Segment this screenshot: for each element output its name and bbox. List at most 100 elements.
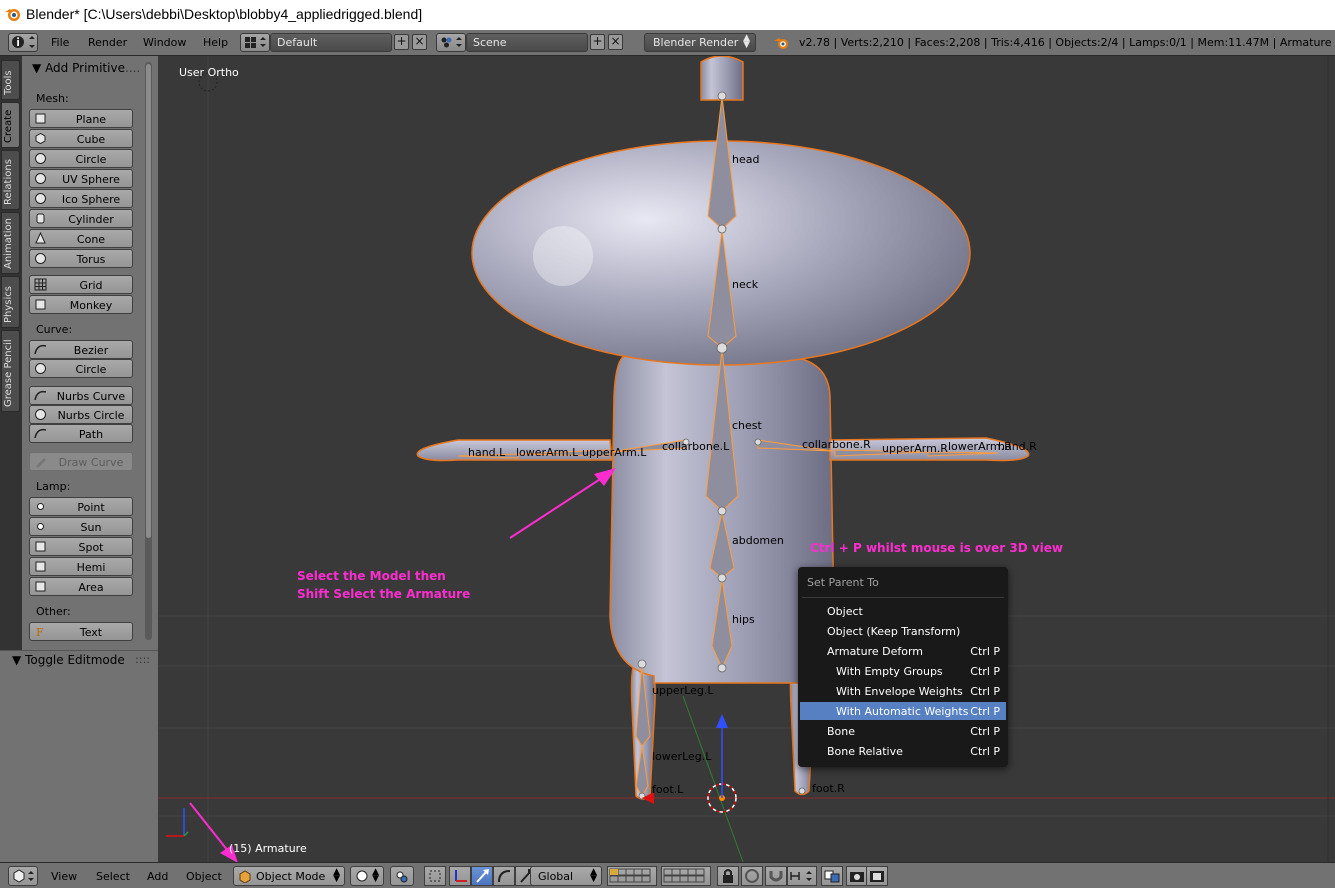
manipulator-toggle-button[interactable] bbox=[449, 866, 471, 886]
tab-grease-pencil[interactable]: Grease Pencil bbox=[1, 330, 20, 412]
menu-object[interactable]: Object bbox=[186, 870, 222, 883]
viewport-canvas[interactable] bbox=[158, 56, 1335, 862]
editor-type-button[interactable] bbox=[8, 866, 38, 886]
button-label: Monkey bbox=[69, 299, 113, 312]
menu-render[interactable]: Render bbox=[88, 36, 127, 49]
set-parent-menu-item[interactable]: Bone Ctrl P bbox=[800, 722, 1006, 740]
bone-label-head: head bbox=[732, 153, 760, 166]
add-area-button[interactable]: Area bbox=[29, 577, 133, 596]
tab-create[interactable]: Create bbox=[1, 102, 20, 148]
menu-item-shortcut: Ctrl P bbox=[970, 665, 1000, 678]
set-parent-menu-item[interactable]: With Envelope Weights Ctrl P bbox=[800, 682, 1006, 700]
render-engine-select[interactable]: Blender Render ▲ ▼ bbox=[644, 33, 756, 52]
add-bezier-button[interactable]: Bezier bbox=[29, 340, 133, 359]
bone-label-chest: chest bbox=[732, 419, 762, 432]
tab-tools[interactable]: Tools bbox=[1, 60, 20, 100]
add-cube-button[interactable]: Cube bbox=[29, 129, 133, 148]
set-parent-menu-item[interactable]: Object (Keep Transform) bbox=[800, 622, 1006, 640]
orientation-select[interactable]: Global ▲ ▼ bbox=[530, 866, 602, 886]
mode-select[interactable]: Object Mode ▲ ▼ bbox=[233, 866, 345, 886]
add-plane-button[interactable]: Plane bbox=[29, 109, 133, 128]
3d-viewport[interactable]: User Ortho (15) Armature head neck chest… bbox=[158, 56, 1335, 862]
remove-layout-button[interactable]: × bbox=[412, 34, 427, 50]
layers-grid-icon bbox=[609, 868, 651, 883]
add-circle-button[interactable]: Circle bbox=[29, 149, 133, 168]
add-nurbs-curve-button[interactable]: Nurbs Curve bbox=[29, 386, 133, 405]
menu-item-shortcut: Ctrl P bbox=[970, 705, 1000, 718]
pivot-point-select[interactable] bbox=[390, 866, 414, 886]
menu-help[interactable]: Help bbox=[203, 36, 228, 49]
bone-label-foot-r: foot.R bbox=[812, 782, 845, 795]
button-label: Cone bbox=[76, 233, 106, 246]
tab-physics[interactable]: Physics bbox=[1, 276, 20, 328]
add-hemi-button[interactable]: Hemi bbox=[29, 557, 133, 576]
tab-animation[interactable]: Animation bbox=[1, 212, 20, 274]
tab-relations[interactable]: Relations bbox=[1, 150, 20, 210]
add-scene-button[interactable]: + bbox=[590, 34, 605, 50]
button-label: Draw Curve bbox=[58, 456, 124, 469]
proportional-edit-icon bbox=[745, 869, 759, 883]
remove-scene-button[interactable]: × bbox=[608, 34, 623, 50]
layer-buttons-2[interactable] bbox=[661, 866, 711, 886]
add-point-button[interactable]: Point bbox=[29, 497, 133, 516]
opengl-render-button[interactable] bbox=[846, 866, 868, 886]
menu-file[interactable]: File bbox=[51, 36, 69, 49]
add-ico-sphere-button[interactable]: Ico Sphere bbox=[29, 189, 133, 208]
layout-name-field[interactable]: Default bbox=[270, 33, 392, 52]
snap-toggle-button[interactable] bbox=[765, 866, 787, 886]
draw-curve-button[interactable]: Draw Curve bbox=[29, 452, 133, 471]
proportional-edit-button[interactable] bbox=[741, 866, 763, 886]
viewport-shading-select[interactable]: ▲ ▼ bbox=[350, 866, 384, 886]
layer-buttons-1[interactable] bbox=[607, 866, 657, 886]
add-cone-button[interactable]: Cone bbox=[29, 229, 133, 248]
add-primitive-panel-header[interactable]: ▼ Add Primitive.... bbox=[32, 61, 140, 75]
set-parent-menu-item[interactable]: With Empty Groups Ctrl P bbox=[800, 662, 1006, 680]
head-highlight bbox=[533, 226, 593, 286]
lock-layers-button[interactable] bbox=[717, 866, 739, 886]
add-grid-button[interactable]: Grid bbox=[29, 275, 133, 294]
menu-window[interactable]: Window bbox=[143, 36, 186, 49]
snap-element-select[interactable] bbox=[787, 866, 817, 886]
bone-label-hand-l: hand.L bbox=[468, 446, 506, 459]
svg-text:F: F bbox=[36, 626, 44, 638]
menu-add[interactable]: Add bbox=[147, 870, 168, 883]
translate-manipulator-button[interactable] bbox=[471, 866, 493, 886]
opengl-animation-button[interactable] bbox=[866, 866, 888, 886]
add-sun-button[interactable]: Sun bbox=[29, 517, 133, 536]
toggle-editmode-header[interactable]: ▼ Toggle Editmode bbox=[12, 653, 125, 667]
scene-name-field[interactable]: Scene bbox=[466, 33, 588, 52]
panel-grip-icon[interactable]: :::: bbox=[135, 653, 150, 666]
scene-selector[interactable] bbox=[436, 33, 466, 52]
3d-view-header: View Select Add Object Object Mode ▲ ▼ ▲ ▼… bbox=[0, 862, 1335, 888]
copy-layers-button[interactable] bbox=[821, 866, 843, 886]
set-parent-menu-item[interactable]: Armature Deform Ctrl P bbox=[800, 642, 1006, 660]
set-parent-menu-item[interactable]: Bone Relative Ctrl P bbox=[800, 742, 1006, 760]
add-circle-button[interactable]: Circle bbox=[29, 359, 133, 378]
sun-lamp-icon bbox=[37, 523, 44, 530]
add-spot-button[interactable]: Spot bbox=[29, 537, 133, 556]
cone-icon bbox=[35, 232, 46, 244]
add-torus-button[interactable]: Torus bbox=[29, 249, 133, 268]
add-nurbs-circle-button[interactable]: Nurbs Circle bbox=[29, 405, 133, 424]
add-layout-button[interactable]: + bbox=[394, 34, 409, 50]
manipulator-center-button[interactable] bbox=[424, 866, 446, 886]
snap-increment-icon bbox=[790, 871, 812, 881]
menu-item-label: Bone bbox=[827, 725, 856, 738]
rotate-manipulator-button[interactable] bbox=[493, 866, 515, 886]
button-label: Path bbox=[78, 428, 104, 441]
set-parent-menu-item[interactable]: With Automatic Weights Ctrl P bbox=[800, 702, 1006, 720]
add-path-button[interactable]: Path bbox=[29, 424, 133, 443]
set-parent-menu-item[interactable]: Object bbox=[800, 602, 1006, 620]
tab-create-label: Create bbox=[3, 109, 14, 143]
tool-shelf-scrollbar[interactable] bbox=[145, 62, 152, 640]
scrollbar-thumb[interactable] bbox=[146, 64, 151, 538]
menu-view[interactable]: View bbox=[51, 870, 77, 883]
screen-layout-selector[interactable] bbox=[240, 33, 270, 52]
add-cylinder-button[interactable]: Cylinder bbox=[29, 209, 133, 228]
menu-select[interactable]: Select bbox=[96, 870, 130, 883]
bone-label-upperarm-r: upperArm.R bbox=[882, 442, 948, 455]
add-uv-sphere-button[interactable]: UV Sphere bbox=[29, 169, 133, 188]
add-text-button[interactable]: F Text bbox=[29, 622, 133, 641]
add-monkey-button[interactable]: Monkey bbox=[29, 295, 133, 314]
editor-type-button[interactable] bbox=[8, 33, 38, 52]
